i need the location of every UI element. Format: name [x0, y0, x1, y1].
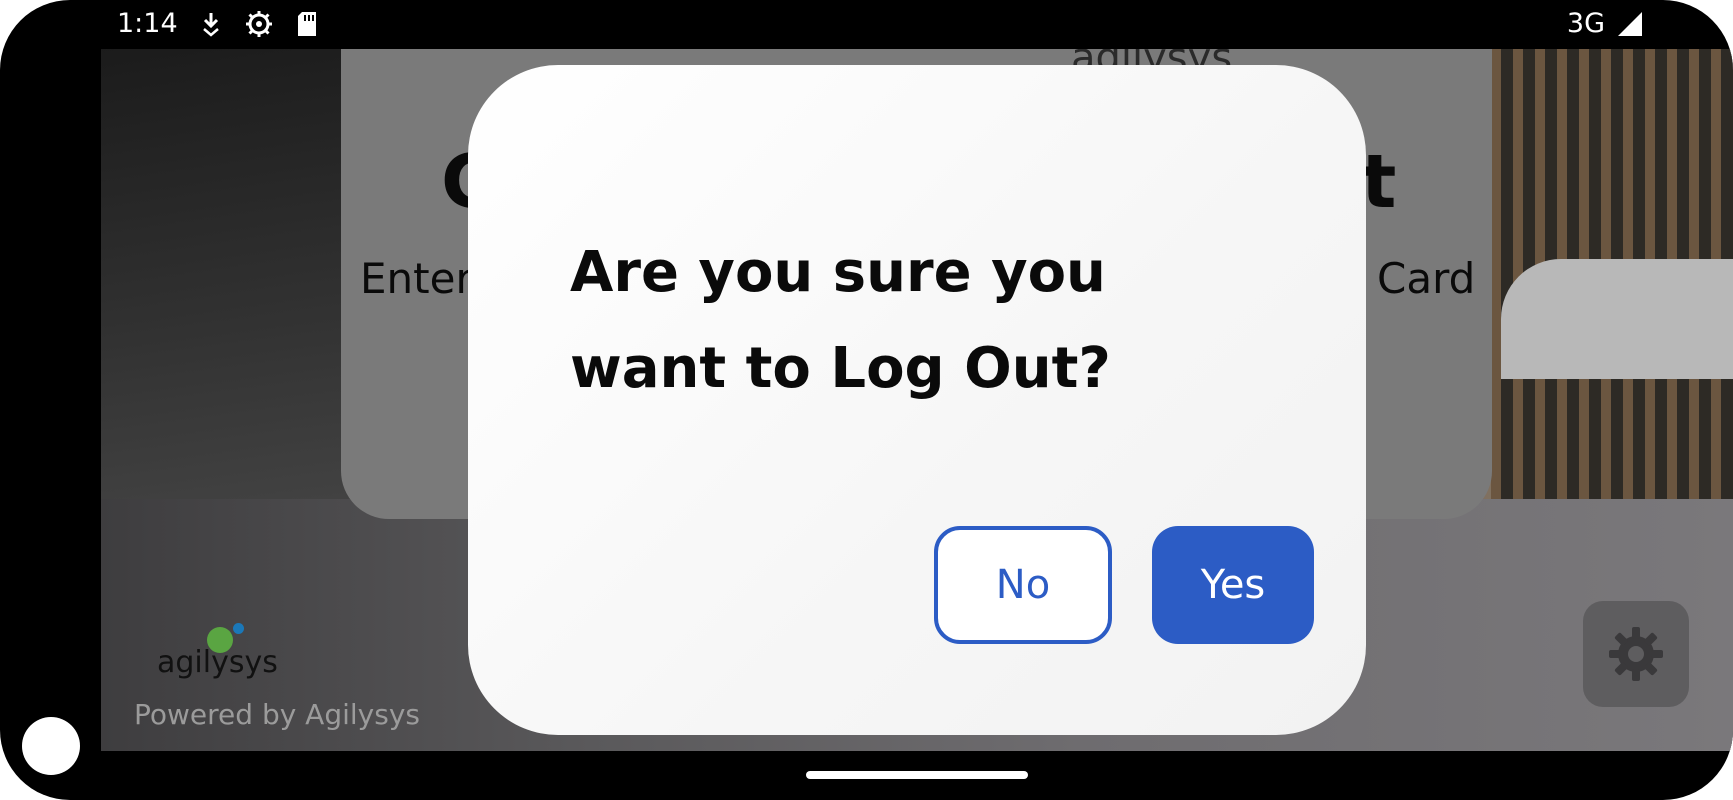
yes-button[interactable]: Yes — [1152, 526, 1314, 644]
status-bar-left: 1:14 — [117, 8, 322, 39]
settings-button[interactable] — [1583, 601, 1689, 707]
signal-icon — [1615, 9, 1645, 39]
no-button[interactable]: No — [934, 526, 1112, 644]
home-indicator[interactable] — [806, 771, 1028, 779]
status-bar: 1:14 3G — [0, 0, 1733, 49]
dialog-message: Are you sure you want to Log Out? — [570, 240, 1111, 401]
settings-gear-icon — [244, 9, 274, 39]
status-time: 1:14 — [117, 8, 178, 39]
logo-text: agilysys — [157, 645, 278, 680]
powered-by-text: Powered by Agilysys — [134, 698, 420, 731]
device-frame: 1:14 3G agilysys C t Enter — [0, 0, 1733, 800]
logo-blue-dot — [233, 623, 244, 634]
logout-confirm-dialog: Are you sure you want to Log Out? No Yes — [468, 65, 1366, 735]
card-heading-right: t — [1361, 139, 1397, 225]
sd-card-icon — [292, 9, 322, 39]
background-image-left — [101, 49, 361, 499]
background-desk — [1501, 259, 1733, 379]
download-icon — [196, 9, 226, 39]
network-type: 3G — [1566, 8, 1605, 39]
card-subtitle-right: Card — [1377, 254, 1476, 303]
status-bar-right: 3G — [1567, 8, 1645, 39]
gear-icon — [1609, 627, 1663, 681]
card-subtitle-left: Enter — [360, 254, 473, 303]
floating-home-button[interactable] — [22, 717, 80, 775]
